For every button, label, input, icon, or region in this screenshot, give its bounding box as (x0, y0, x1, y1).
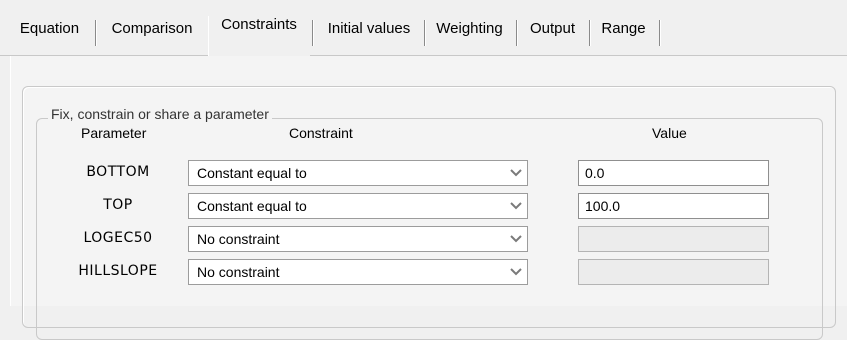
groupbox-title: Fix, constrain or share a parameter (48, 106, 272, 122)
parameter-name: TOP (103, 197, 133, 213)
tab-separator (95, 20, 96, 46)
tab-label: Output (529, 19, 576, 37)
dropdown-value: No constraint (197, 264, 280, 280)
value-input-hillslope (578, 259, 769, 285)
tab-range[interactable]: Range (592, 0, 655, 56)
column-header-value: Value (652, 125, 687, 141)
tab-label: Constraints (221, 15, 297, 33)
parameter-name: LOGEC50 (83, 230, 153, 246)
constraint-dropdown-top[interactable]: Constant equal to (188, 193, 528, 219)
tab-equation[interactable]: Equation (6, 0, 93, 56)
parameter-row-bottom: BOTTOM Constant equal to 0.0 (0, 160, 847, 190)
dropdown-value: Constant equal to (197, 165, 307, 181)
constraint-dropdown-logec50[interactable]: No constraint (188, 226, 528, 252)
constraint-dropdown-bottom[interactable]: Constant equal to (188, 160, 528, 186)
tab-label: Equation (19, 19, 80, 37)
dropdown-value: No constraint (197, 231, 280, 247)
value-text: 100.0 (585, 198, 621, 214)
tab-separator (659, 20, 660, 46)
parameter-row-top: TOP Constant equal to 100.0 (0, 193, 847, 223)
tab-constraints[interactable]: Constraints (210, 0, 308, 52)
parameter-row-logec50: LOGEC50 No constraint (0, 226, 847, 256)
tab-initial-values[interactable]: Initial values (315, 0, 423, 56)
parameter-name: BOTTOM (86, 164, 150, 180)
tab-label: Initial values (327, 19, 411, 37)
value-input-logec50 (578, 226, 769, 252)
chevron-down-icon[interactable] (507, 196, 525, 216)
tab-label: Weighting (436, 19, 503, 37)
column-header-parameter: Parameter (81, 125, 147, 141)
column-header-constraint: Constraint (289, 125, 353, 141)
tab-weighting[interactable]: Weighting (427, 0, 512, 56)
chevron-down-icon[interactable] (507, 163, 525, 183)
value-input-bottom[interactable]: 0.0 (578, 160, 769, 186)
active-tab-edge (208, 16, 209, 56)
parameter-row-hillslope: HILLSLOPE No constraint (0, 259, 847, 289)
tab-label: Comparison (111, 19, 193, 37)
tab-separator (516, 20, 517, 46)
tab-separator (589, 20, 590, 46)
dropdown-value: Constant equal to (197, 198, 307, 214)
tab-separator (424, 20, 425, 46)
constraint-dropdown-hillslope[interactable]: No constraint (188, 259, 528, 285)
tab-comparison[interactable]: Comparison (98, 0, 206, 56)
tab-separator (312, 20, 313, 46)
parameter-name: HILLSLOPE (78, 263, 158, 279)
chevron-down-icon[interactable] (507, 229, 525, 249)
value-text: 0.0 (585, 165, 605, 181)
tab-strip: Equation Comparison Constraints Initial … (0, 0, 847, 56)
tab-output[interactable]: Output (519, 0, 586, 56)
value-input-top[interactable]: 100.0 (578, 193, 769, 219)
tab-label: Range (601, 19, 646, 37)
chevron-down-icon[interactable] (507, 262, 525, 282)
